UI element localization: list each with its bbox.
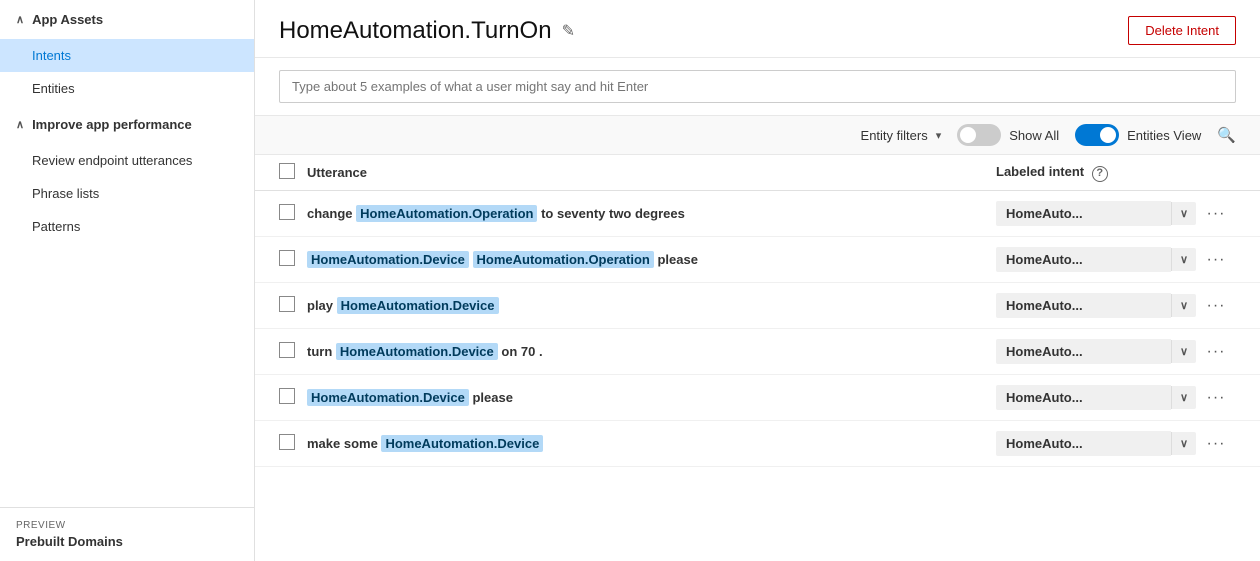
table-row: HomeAutomation.Device HomeAutomation.Ope…: [255, 237, 1260, 283]
table-rows: change HomeAutomation.Operation to seven…: [255, 191, 1260, 467]
intent-chevron[interactable]: ∨: [1171, 386, 1196, 409]
show-all-label: Show All: [1009, 128, 1059, 143]
intent-chevron[interactable]: ∨: [1171, 340, 1196, 363]
sidebar-item-phrase-lists[interactable]: Phrase lists: [0, 177, 254, 210]
table-row: change HomeAutomation.Operation to seven…: [255, 191, 1260, 237]
sidebar-item-review-endpoint[interactable]: Review endpoint utterances: [0, 144, 254, 177]
table-container: Utterance Labeled intent ? change HomeAu…: [255, 155, 1260, 561]
prebuilt-domains-title: Prebuilt Domains: [16, 534, 123, 549]
search-bar: [255, 58, 1260, 116]
entity-tag[interactable]: HomeAutomation.Device: [307, 251, 469, 268]
row-checkbox[interactable]: [279, 204, 295, 220]
row-utterance: play HomeAutomation.Device: [307, 296, 996, 316]
more-options-button[interactable]: ···: [1201, 341, 1232, 363]
prebuilt-preview-label: PREVIEW: [16, 520, 238, 531]
labeled-intent-column-header: Labeled intent ?: [996, 164, 1196, 182]
row-intent-selector: HomeAuto...∨: [996, 431, 1196, 456]
show-all-group: Show All: [957, 124, 1059, 146]
intent-select[interactable]: HomeAuto...: [996, 201, 1171, 226]
sidebar-section-label-2: Improve app performance: [32, 117, 192, 132]
entity-tag[interactable]: HomeAutomation.Device: [336, 343, 498, 360]
row-intent-selector: HomeAuto...∨: [996, 339, 1196, 364]
chevron-icon-2: ∧: [16, 118, 24, 131]
intent-select[interactable]: HomeAuto...: [996, 247, 1171, 272]
entity-tag[interactable]: HomeAutomation.Device: [307, 389, 469, 406]
more-options-button[interactable]: ···: [1201, 249, 1232, 271]
row-actions: ···: [1196, 295, 1236, 317]
sidebar-item-entities[interactable]: Entities: [0, 72, 254, 105]
intent-select[interactable]: HomeAuto...: [996, 431, 1171, 456]
sidebar-item-patterns[interactable]: Patterns: [0, 210, 254, 243]
sidebar-section-app-assets[interactable]: ∧ App Assets: [0, 0, 254, 39]
row-actions: ···: [1196, 249, 1236, 271]
row-actions: ···: [1196, 433, 1236, 455]
row-utterance: change HomeAutomation.Operation to seven…: [307, 204, 996, 224]
row-checkbox[interactable]: [279, 388, 295, 404]
more-options-button[interactable]: ···: [1201, 433, 1232, 455]
intent-chevron[interactable]: ∨: [1171, 432, 1196, 455]
table-row: turn HomeAutomation.Device on 70 .HomeAu…: [255, 329, 1260, 375]
row-checkbox[interactable]: [279, 342, 295, 358]
page-title-group: HomeAutomation.TurnOn ✎: [279, 17, 575, 45]
row-checkbox[interactable]: [279, 296, 295, 312]
row-actions: ···: [1196, 341, 1236, 363]
entities-view-group: Entities View: [1075, 124, 1201, 146]
row-intent-selector: HomeAuto...∨: [996, 201, 1196, 226]
intent-chevron[interactable]: ∨: [1171, 248, 1196, 271]
help-icon[interactable]: ?: [1092, 166, 1108, 182]
table-header: Utterance Labeled intent ?: [255, 155, 1260, 191]
table-row: play HomeAutomation.DeviceHomeAuto...∨··…: [255, 283, 1260, 329]
table-row: HomeAutomation.Device pleaseHomeAuto...∨…: [255, 375, 1260, 421]
chevron-icon: ∧: [16, 13, 24, 26]
entity-filters-chevron[interactable]: ▾: [936, 129, 942, 142]
row-utterance: HomeAutomation.Device HomeAutomation.Ope…: [307, 250, 996, 270]
sidebar-section-label: App Assets: [32, 12, 103, 27]
intent-select[interactable]: HomeAuto...: [996, 339, 1171, 364]
sidebar-item-intents[interactable]: Intents: [0, 39, 254, 72]
entity-tag[interactable]: HomeAutomation.Device: [337, 297, 499, 314]
entity-filters-label: Entity filters: [861, 128, 928, 143]
delete-intent-button[interactable]: Delete Intent: [1128, 16, 1236, 45]
row-utterance: HomeAutomation.Device please: [307, 388, 996, 408]
intent-chevron[interactable]: ∨: [1171, 202, 1196, 225]
main-header: HomeAutomation.TurnOn ✎ Delete Intent: [255, 0, 1260, 58]
sidebar-section-improve[interactable]: ∧ Improve app performance: [0, 105, 254, 144]
utterance-search-input[interactable]: [279, 70, 1236, 103]
edit-icon[interactable]: ✎: [562, 21, 575, 41]
row-actions: ···: [1196, 203, 1236, 225]
row-checkbox[interactable]: [279, 434, 295, 450]
row-intent-selector: HomeAuto...∨: [996, 385, 1196, 410]
search-icon[interactable]: 🔍: [1217, 126, 1236, 144]
row-checkbox[interactable]: [279, 250, 295, 266]
sidebar-bottom[interactable]: PREVIEW Prebuilt Domains: [0, 507, 254, 561]
intent-select[interactable]: HomeAuto...: [996, 385, 1171, 410]
intent-select[interactable]: HomeAuto...: [996, 293, 1171, 318]
row-intent-selector: HomeAuto...∨: [996, 293, 1196, 318]
show-all-toggle[interactable]: [957, 124, 1001, 146]
row-utterance: make some HomeAutomation.Device: [307, 434, 996, 454]
row-intent-selector: HomeAuto...∨: [996, 247, 1196, 272]
entity-tag[interactable]: HomeAutomation.Operation: [473, 251, 654, 268]
more-options-button[interactable]: ···: [1201, 295, 1232, 317]
entity-filters-group: Entity filters ▾: [861, 128, 942, 143]
page-title: HomeAutomation.TurnOn: [279, 17, 552, 45]
row-actions: ···: [1196, 387, 1236, 409]
main-content: HomeAutomation.TurnOn ✎ Delete Intent En…: [255, 0, 1260, 561]
entities-view-toggle[interactable]: [1075, 124, 1119, 146]
select-all-checkbox[interactable]: [279, 163, 295, 179]
more-options-button[interactable]: ···: [1201, 387, 1232, 409]
utterance-column-header: Utterance: [307, 165, 996, 180]
entities-view-label: Entities View: [1127, 128, 1201, 143]
more-options-button[interactable]: ···: [1201, 203, 1232, 225]
table-row: make some HomeAutomation.DeviceHomeAuto.…: [255, 421, 1260, 467]
sidebar: ∧ App Assets Intents Entities ∧ Improve …: [0, 0, 255, 561]
row-utterance: turn HomeAutomation.Device on 70 .: [307, 342, 996, 362]
entity-tag[interactable]: HomeAutomation.Device: [381, 435, 543, 452]
intent-chevron[interactable]: ∨: [1171, 294, 1196, 317]
entity-tag[interactable]: HomeAutomation.Operation: [356, 205, 537, 222]
toolbar: Entity filters ▾ Show All Entities View …: [255, 116, 1260, 155]
